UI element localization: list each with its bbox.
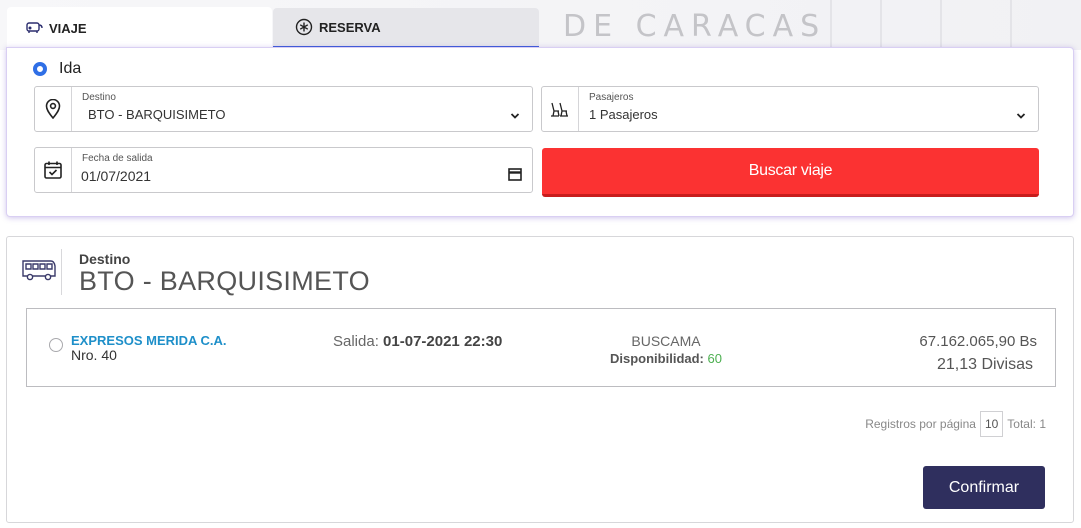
- search-panel: Ida Destino BTO - BARQUISIMETO Pasajeros…: [6, 47, 1074, 217]
- chevron-down-icon: [510, 107, 520, 125]
- trip-availability-value: 60: [707, 351, 722, 366]
- tab-reserva-label: RESERVA: [319, 19, 381, 35]
- trip-departure-label: Salida:: [333, 333, 379, 350]
- trip-number: Nro. 40: [71, 347, 117, 363]
- banner-text: DE CARACAS: [563, 9, 827, 44]
- pager-total: Total: 1: [1007, 417, 1046, 431]
- radio-ida[interactable]: [33, 62, 47, 76]
- chevron-down-icon: [1016, 107, 1026, 125]
- bus-icon: [21, 257, 57, 288]
- bus-route-icon: [25, 20, 43, 36]
- pagination: Registros por página 10 Total: 1: [865, 411, 1046, 437]
- results-destino-value: BTO - BARQUISIMETO: [79, 266, 370, 296]
- fecha-label: Fecha de salida: [82, 153, 153, 164]
- trip-departure: Salida: 01-07-2021 22:30: [333, 333, 502, 350]
- pasajeros-select[interactable]: Pasajeros 1 Pasajeros: [541, 86, 1039, 132]
- tab-viaje[interactable]: VIAJE: [7, 7, 272, 49]
- trip-class: BUSCAMA: [631, 333, 701, 349]
- fecha-salida-field[interactable]: Fecha de salida 01/07/2021: [34, 147, 533, 193]
- trip-availability: Disponibilidad: 60: [591, 351, 741, 366]
- trip-availability-label: Disponibilidad:: [610, 351, 704, 366]
- calendar-picker-icon[interactable]: [508, 167, 522, 186]
- destino-label: Destino: [82, 92, 116, 103]
- results-destino-label: Destino: [79, 251, 131, 267]
- destino-value: BTO - BARQUISIMETO: [88, 107, 226, 122]
- buscar-viaje-button[interactable]: Buscar viaje: [542, 148, 1039, 197]
- per-page-select[interactable]: 10: [979, 411, 1004, 437]
- seats-icon: [542, 87, 579, 131]
- trip-price-bs: 67.162.065,90 Bs: [919, 333, 1037, 350]
- banner-decoration: [1010, 0, 1012, 50]
- banner-decoration: [830, 0, 832, 50]
- radio-ida-label: Ida: [59, 60, 82, 77]
- pager-label: Registros por página: [865, 417, 976, 431]
- calendar-check-icon: [35, 148, 72, 192]
- results-divider: [61, 249, 62, 295]
- banner-decoration: [940, 0, 942, 50]
- location-pin-icon: [35, 87, 72, 131]
- confirmar-button[interactable]: Confirmar: [923, 466, 1045, 509]
- destino-select[interactable]: Destino BTO - BARQUISIMETO: [34, 86, 533, 132]
- asterisk-circle-icon: [295, 18, 313, 36]
- pasajeros-label: Pasajeros: [589, 92, 634, 103]
- trip-departure-value: 01-07-2021 22:30: [383, 333, 503, 350]
- trip-row[interactable]: EXPRESOS MERIDA C.A. Nro. 40 Salida: 01-…: [26, 308, 1056, 387]
- trip-price-divisas: 21,13 Divisas: [936, 356, 1033, 373]
- results-panel: Destino BTO - BARQUISIMETO EXPRESOS MERI…: [6, 236, 1074, 523]
- tab-viaje-label: VIAJE: [49, 20, 87, 36]
- tab-reserva[interactable]: RESERVA: [273, 8, 539, 49]
- banner-decoration: [880, 0, 882, 50]
- fecha-value: 01/07/2021: [81, 168, 152, 184]
- trip-company: EXPRESOS MERIDA C.A.: [71, 333, 227, 348]
- pasajeros-value: 1 Pasajeros: [589, 107, 658, 122]
- trip-type-ida[interactable]: Ida: [33, 60, 81, 78]
- trip-select-radio[interactable]: [49, 338, 63, 352]
